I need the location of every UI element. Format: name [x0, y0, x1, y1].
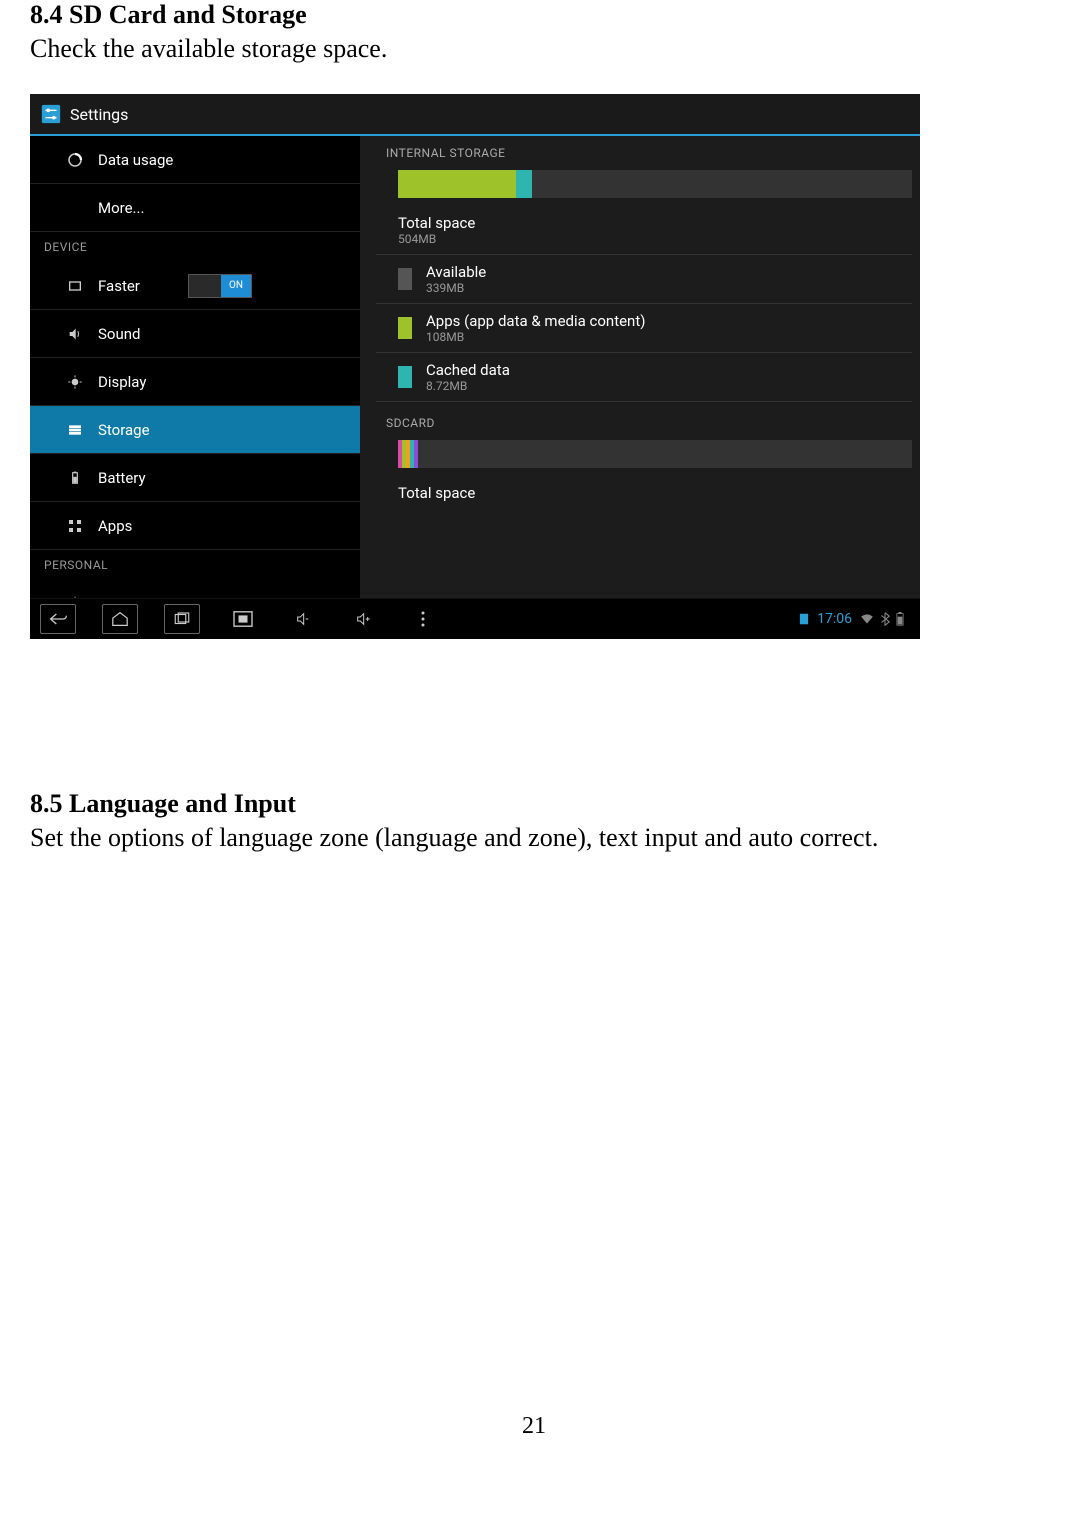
apps-icon	[66, 517, 84, 535]
storage-row-cached[interactable]: Cached data 8.72MB	[376, 353, 912, 402]
android-screenshot: Settings Data usage More... DEVICE	[30, 94, 920, 639]
sidebar-item-label: Battery	[98, 469, 146, 487]
recent-apps-button[interactable]	[164, 604, 200, 634]
toggle-on-label: ON	[221, 275, 251, 297]
storage-icon	[66, 421, 84, 439]
storage-row-value: 8.72MB	[426, 379, 510, 393]
blank-icon	[66, 199, 84, 217]
sidebar-item-label: More...	[98, 199, 144, 217]
storage-row-label: Apps (app data & media content)	[426, 312, 645, 330]
bluetooth-icon	[880, 612, 890, 626]
storage-row-apps[interactable]: Apps (app data & media content) 108MB	[376, 304, 912, 353]
sdcard-bar	[398, 440, 912, 468]
page-number: 21	[30, 1413, 1038, 1460]
faster-icon	[66, 277, 84, 295]
sidebar-item-battery[interactable]: Battery	[30, 454, 360, 502]
sidebar-item-storage[interactable]: Storage	[30, 406, 360, 454]
section-heading-85: 8.5 Language and Input	[30, 789, 1038, 819]
sidebar-item-display[interactable]: Display	[30, 358, 360, 406]
faster-toggle[interactable]: ON	[188, 274, 252, 298]
settings-sliders-icon	[40, 103, 62, 125]
sidebar-item-label: Apps	[98, 517, 132, 535]
screenshot-button[interactable]	[226, 605, 260, 633]
titlebar: Settings	[30, 94, 920, 136]
storage-row-label: Available	[426, 263, 486, 281]
storage-row-sd-total[interactable]: Total space	[376, 476, 912, 502]
sdcard-status-icon	[797, 612, 811, 626]
sidebar-item-more[interactable]: More...	[30, 184, 360, 232]
section-text-85: Set the options of language zone (langua…	[30, 823, 1038, 853]
sidebar-item-data-usage[interactable]: Data usage	[30, 136, 360, 184]
sidebar-item-label: Display	[98, 373, 146, 391]
storage-row-available[interactable]: Available 339MB	[376, 255, 912, 304]
storage-row-value: 108MB	[426, 330, 645, 344]
volume-down-button[interactable]	[286, 605, 320, 633]
titlebar-title: Settings	[70, 105, 128, 124]
wifi-icon	[860, 613, 874, 625]
storage-row-value: 504MB	[398, 232, 475, 246]
sdcard-header: SDCARD	[376, 412, 912, 436]
sidebar-item-label: Data usage	[98, 151, 173, 169]
storage-row-total[interactable]: Total space 504MB	[376, 206, 912, 255]
display-icon	[66, 373, 84, 391]
storage-row-label: Cached data	[426, 361, 510, 379]
internal-storage-bar	[398, 170, 912, 198]
battery-status-icon	[896, 612, 904, 626]
battery-icon	[66, 469, 84, 487]
back-button[interactable]	[40, 604, 76, 634]
sidebar-item-apps[interactable]: Apps	[30, 502, 360, 550]
storage-row-value: 339MB	[426, 281, 486, 295]
sound-icon	[66, 325, 84, 343]
sidebar-header-personal: PERSONAL	[30, 550, 360, 580]
section-heading-84: 8.4 SD Card and Storage	[30, 0, 1038, 30]
storage-row-label: Total space	[398, 484, 475, 502]
sidebar-header-device: DEVICE	[30, 232, 360, 262]
system-bar: 17:06	[30, 598, 920, 639]
storage-detail: INTERNAL STORAGE Total space 504MB Avail…	[360, 136, 920, 601]
sidebar-item-faster[interactable]: Faster ON	[30, 262, 360, 310]
sidebar-item-label: Storage	[98, 421, 150, 439]
sidebar-item-sound[interactable]: Sound	[30, 310, 360, 358]
section-text-84: Check the available storage space.	[30, 34, 1038, 64]
overflow-menu-button[interactable]	[406, 605, 440, 633]
sidebar-item-label: Sound	[98, 325, 140, 343]
system-clock[interactable]: 17:06	[817, 611, 852, 627]
volume-up-button[interactable]	[346, 605, 380, 633]
swatch-apps	[398, 317, 412, 339]
swatch-available	[398, 268, 412, 290]
settings-sidebar: Data usage More... DEVICE Faster ON	[30, 136, 360, 601]
storage-row-label: Total space	[398, 214, 475, 232]
swatch-cached	[398, 366, 412, 388]
data-usage-icon	[66, 151, 84, 169]
internal-storage-header: INTERNAL STORAGE	[376, 142, 912, 166]
sidebar-item-label: Faster	[98, 277, 140, 295]
home-button[interactable]	[102, 604, 138, 634]
